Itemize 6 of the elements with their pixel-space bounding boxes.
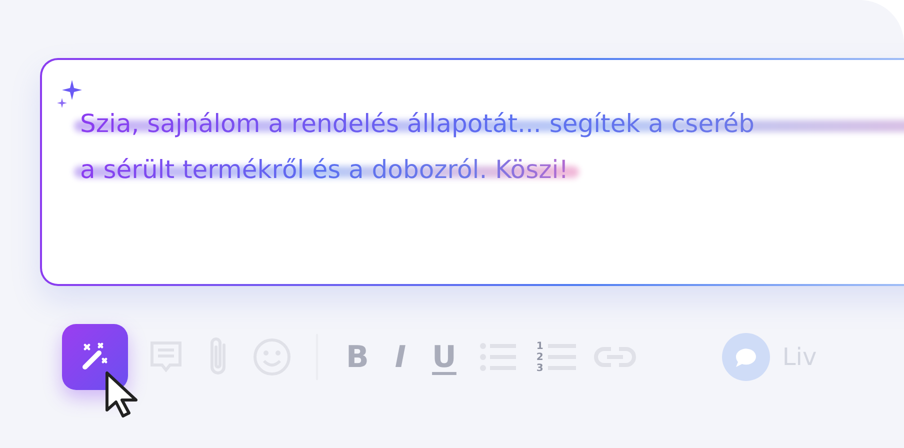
magic-wand-button[interactable] [62,324,128,390]
bold-button[interactable]: B [342,340,373,374]
chat-bubble-icon[interactable] [722,333,770,381]
italic-button[interactable]: I [390,340,410,374]
numbered-list-button[interactable]: 123 [536,339,576,375]
underline-button[interactable]: U [428,340,460,374]
